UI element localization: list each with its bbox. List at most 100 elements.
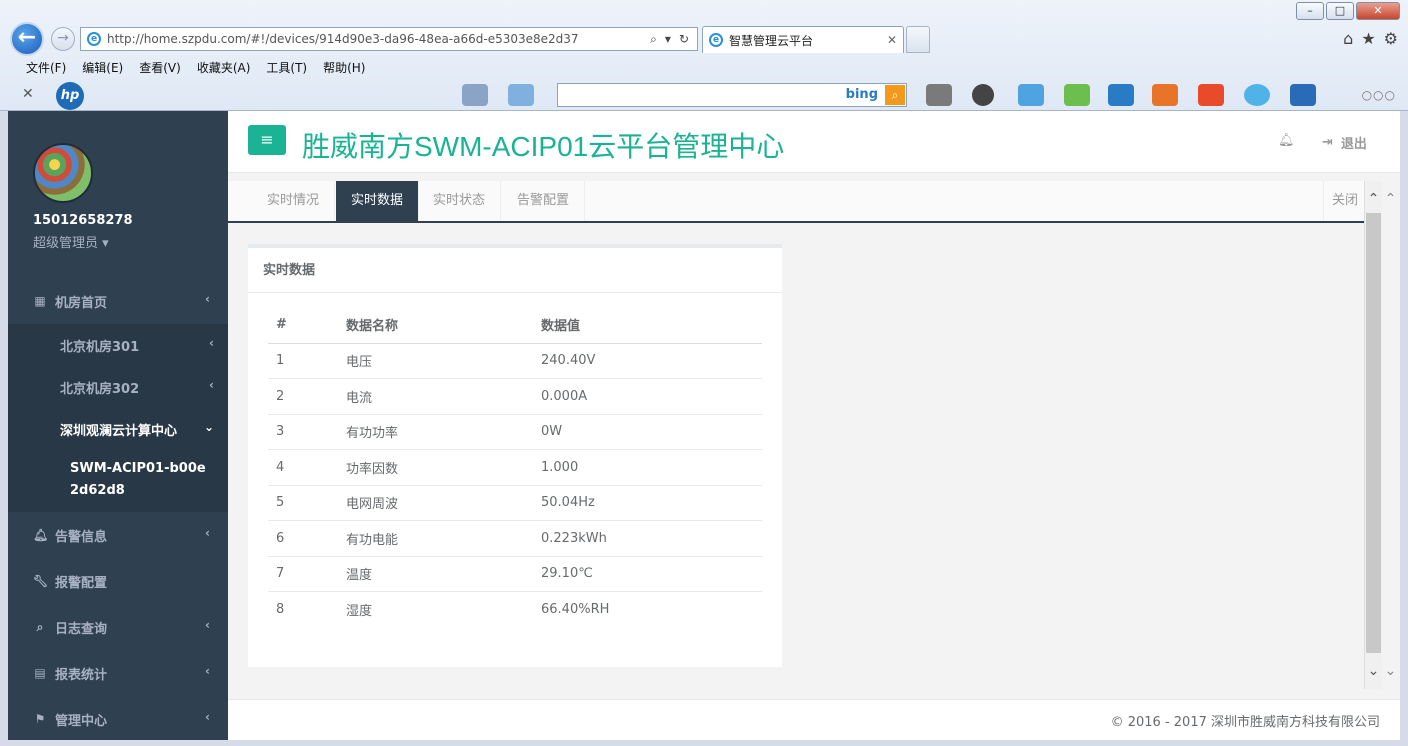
table-header-row: # 数据名称 数据值: [268, 307, 762, 344]
cell-name: 有功功率: [338, 414, 533, 450]
chevron-left-icon: ‹: [205, 292, 210, 306]
home-icon[interactable]: ⌂: [1343, 29, 1353, 48]
people-icon[interactable]: [1064, 84, 1090, 106]
printer-icon[interactable]: [926, 84, 952, 106]
table-row: 5 电网周波 50.04Hz: [268, 485, 762, 521]
chevron-up-icon[interactable]: ⌃: [1382, 191, 1399, 207]
star-badge-icon[interactable]: [1290, 84, 1316, 106]
sidebar: 15012658278 超级管理员 ▾ ▦ 机房首页 ‹ 北京机房301 ‹ 北…: [8, 111, 228, 740]
tab-ie-icon: e: [709, 33, 723, 47]
new-tab-button[interactable]: [906, 26, 930, 53]
menu-favorites[interactable]: 收藏夹(A): [197, 59, 251, 76]
address-bar[interactable]: e http://home.szpdu.com/#!/devices/914d9…: [80, 27, 698, 51]
menu-edit[interactable]: 编辑(E): [82, 59, 123, 76]
plane-icon[interactable]: [1198, 84, 1224, 106]
cloud-icon[interactable]: [1108, 84, 1134, 106]
tab-alarm-config[interactable]: 告警配置: [502, 181, 586, 221]
back-button[interactable]: ←: [10, 22, 44, 56]
more-icon[interactable]: ○○○: [1362, 88, 1396, 102]
content-scrollbar[interactable]: ⌃ ⌄: [1364, 181, 1382, 689]
profile: 15012658278 超级管理员 ▾: [8, 111, 228, 266]
card-title: 实时数据: [248, 248, 782, 293]
robot-icon[interactable]: [1244, 84, 1270, 106]
url-text[interactable]: http://home.szpdu.com/#!/devices/914d90e…: [107, 32, 642, 46]
cell-value: 0.223kWh: [533, 520, 762, 557]
close-window-button[interactable]: ✕: [1356, 2, 1400, 20]
bing-label: bing: [845, 87, 878, 102]
cell-index: 7: [268, 556, 338, 592]
ie-icon: e: [87, 32, 101, 46]
content-tabs: 实时情况 实时数据 实时状态 告警配置 关闭: [228, 181, 1366, 223]
chevron-left-icon: ‹: [205, 710, 210, 724]
search-icon[interactable]: ⌕: [885, 85, 905, 105]
refresh-icon[interactable]: ↻: [679, 32, 689, 47]
nav-item-admin[interactable]: ⚑ 管理中心 ‹: [8, 696, 228, 740]
tab-close-icon[interactable]: ✕: [887, 33, 897, 47]
grid-icon: ▦: [34, 294, 46, 308]
gear-icon[interactable]: ⚙: [1384, 29, 1398, 48]
toolbar-close-icon[interactable]: ✕: [22, 86, 34, 102]
page-scrollbar[interactable]: ⌃ ⌄: [1382, 181, 1400, 689]
mail-icon[interactable]: [508, 84, 534, 106]
news-icon[interactable]: [462, 84, 488, 106]
eye-icon[interactable]: [972, 84, 994, 106]
device-link[interactable]: SWM-ACIP01-b00e2d62d8: [8, 450, 228, 512]
search-icon: ⌕: [36, 619, 44, 634]
bell-icon: 🔔︎: [33, 528, 49, 542]
chevron-down-icon[interactable]: ⌄: [1365, 663, 1382, 679]
logout-button[interactable]: ⇥ 退出: [1322, 133, 1367, 152]
forward-button[interactable]: →: [51, 27, 75, 51]
nav-item-logs[interactable]: ⌕ 日志查询 ‹: [8, 604, 228, 650]
cell-value: 1.000: [533, 449, 762, 486]
close-tabs-button[interactable]: 关闭: [1322, 181, 1366, 221]
nav-label: 管理中心: [55, 713, 108, 729]
tab-realtime-overview[interactable]: 实时情况: [252, 181, 336, 221]
chevron-down-icon[interactable]: ⌄: [1382, 663, 1399, 679]
subnav-item-beijing-302[interactable]: 北京机房302 ‹: [8, 366, 228, 408]
hp-logo[interactable]: hp: [56, 82, 84, 110]
page-title: 胜威南方SWM-ACIP01云平台管理中心: [302, 131, 785, 162]
subnav-item-beijing-301[interactable]: 北京机房301 ‹: [8, 324, 228, 366]
username: 15012658278: [33, 213, 133, 228]
subnav: 北京机房301 ‹ 北京机房302 ‹ 深圳观澜云计算中心 ⌄ SWM-ACIP…: [8, 324, 228, 512]
chevron-down-icon: ⌄: [203, 420, 214, 434]
data-table: # 数据名称 数据值 1 电压 240.40V 2 电流 0.000A 3 有功功率 0W …: [268, 307, 762, 627]
favorites-star-icon[interactable]: ★: [1361, 29, 1375, 48]
browser-chrome: – □ ✕ ← → e http://home.szpdu.com/#!/dev…: [0, 0, 1408, 111]
nav-item-alarm-config[interactable]: 🔧︎ 报警配置: [8, 558, 228, 604]
bell-icon[interactable]: 🔔︎: [1278, 133, 1295, 149]
tab-realtime-data[interactable]: 实时数据: [336, 181, 420, 221]
scrollbar-thumb[interactable]: [1366, 213, 1381, 653]
dropdown-icon[interactable]: ▾: [665, 32, 671, 47]
minimize-button[interactable]: –: [1296, 2, 1324, 20]
search-icon[interactable]: ⌕: [650, 32, 657, 47]
table-row: 4 功率因数 1.000: [268, 449, 762, 486]
nav-item-alerts[interactable]: 🔔︎ 告警信息 ‹: [8, 512, 228, 558]
table-icon: ▤: [34, 666, 46, 680]
nav-item-home[interactable]: ▦ 机房首页 ‹: [8, 278, 228, 324]
chevron-up-icon[interactable]: ⌃: [1365, 191, 1382, 207]
menu-help[interactable]: 帮助(H): [323, 59, 365, 76]
menu-file[interactable]: 文件(F): [26, 59, 66, 76]
bing-search-box[interactable]: bing ⌕: [557, 83, 907, 107]
menu-view[interactable]: 查看(V): [139, 59, 181, 76]
nav-label: 报表统计: [55, 667, 108, 683]
logout-label: 退出: [1340, 137, 1367, 152]
chevron-left-icon: ‹: [205, 664, 210, 678]
menu-tools[interactable]: 工具(T): [266, 59, 307, 76]
chevron-left-icon: ‹: [205, 618, 210, 632]
folder-icon[interactable]: [1152, 84, 1178, 106]
browser-tab[interactable]: e 智慧管理云平台 ✕: [702, 26, 904, 53]
role-dropdown[interactable]: 超级管理员 ▾: [33, 232, 228, 251]
nav-label: 日志查询: [55, 621, 108, 637]
nav-item-reports[interactable]: ▤ 报表统计 ‹: [8, 650, 228, 696]
avatar[interactable]: [33, 143, 93, 203]
plugin-icon[interactable]: [1018, 84, 1044, 106]
cell-value: 29.10℃: [533, 556, 762, 592]
subnav-item-shenzhen[interactable]: 深圳观澜云计算中心 ⌄: [8, 408, 228, 450]
tab-realtime-status[interactable]: 实时状态: [418, 181, 502, 221]
subnav-label: 深圳观澜云计算中心: [60, 423, 178, 439]
table-row: 8 湿度 66.40%RH: [268, 592, 762, 628]
menu-toggle-button[interactable]: ≡: [248, 125, 286, 155]
maximize-button[interactable]: □: [1326, 2, 1354, 20]
